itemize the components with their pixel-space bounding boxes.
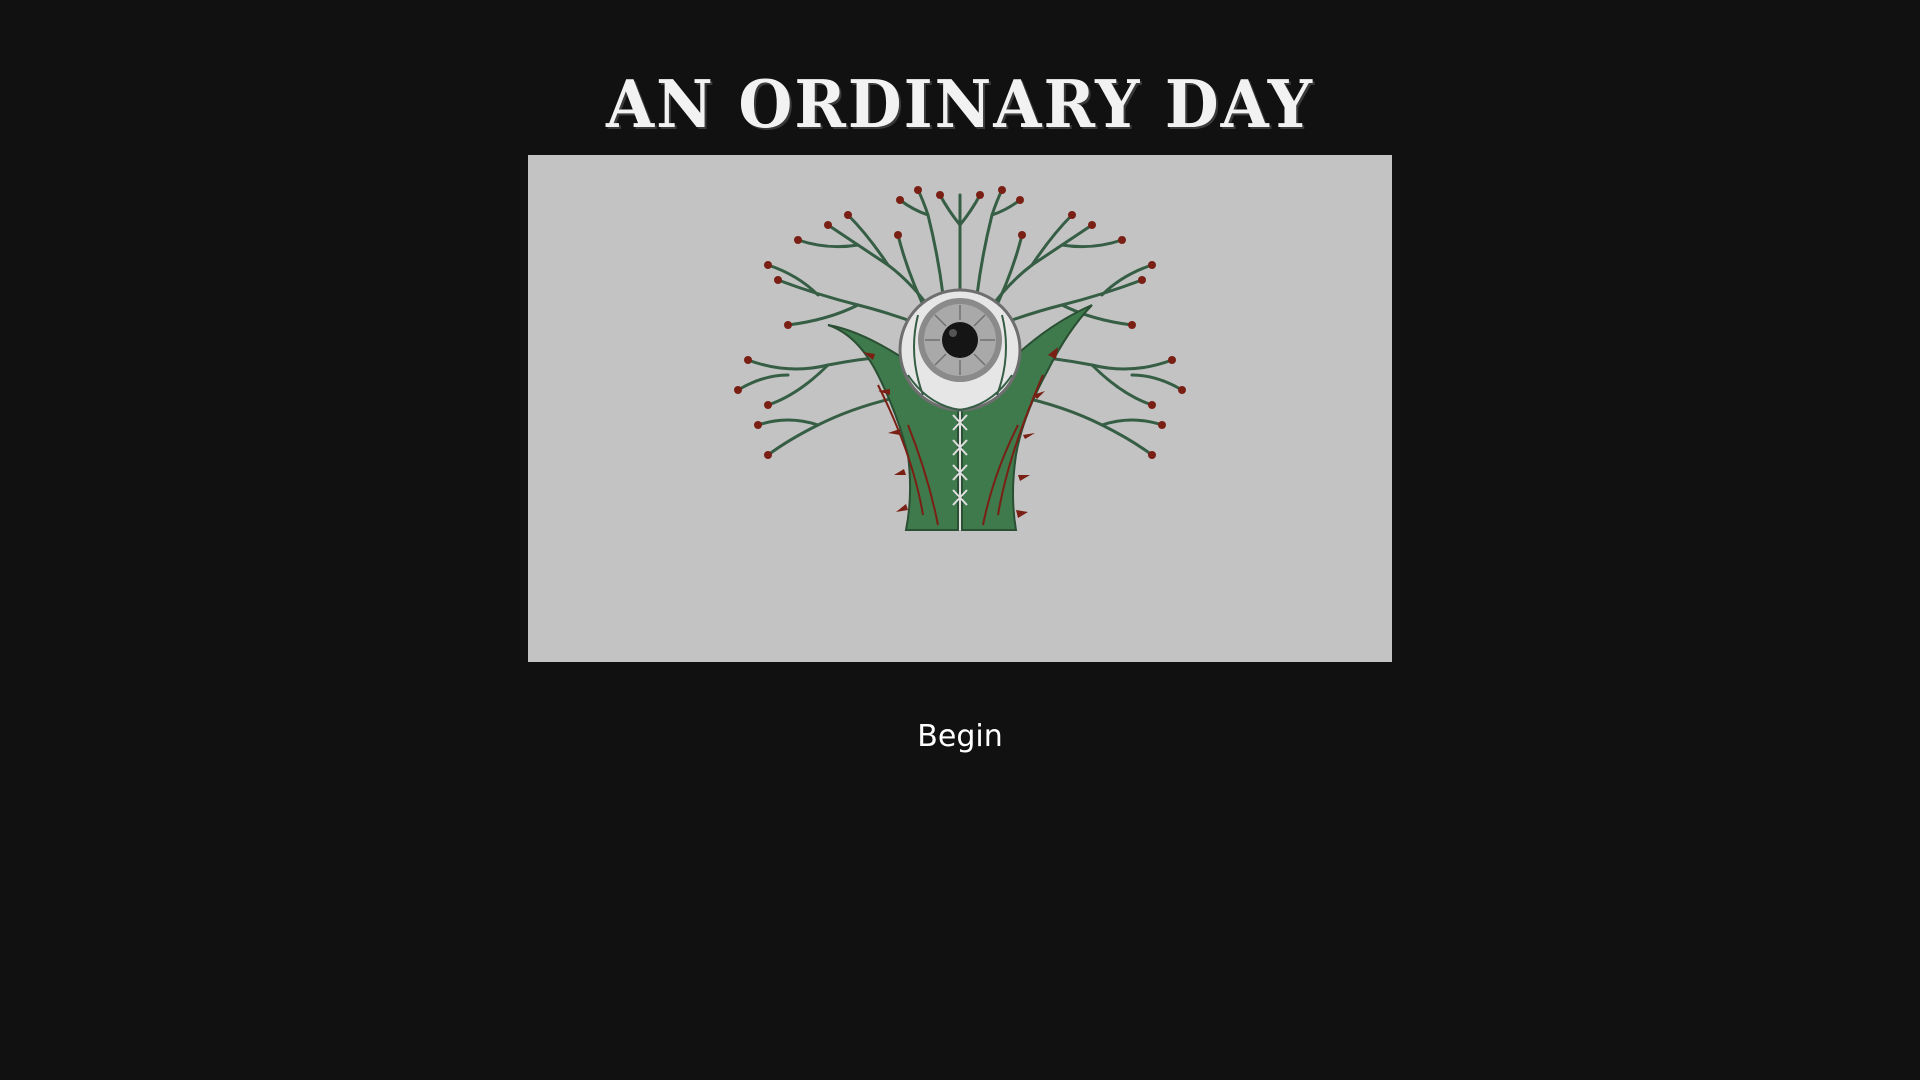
eye-hands-emblem-icon: [734, 186, 1186, 531]
game-title: AN ORDINARY DAY: [606, 66, 1314, 143]
title-artwork: [528, 155, 1392, 662]
begin-button[interactable]: Begin: [860, 712, 1060, 762]
title-screen: AN ORDINARY DAY Begin: [0, 0, 1920, 1080]
